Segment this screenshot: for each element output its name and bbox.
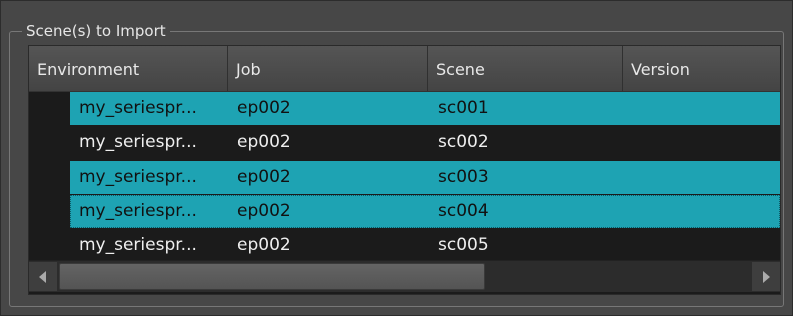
scrollbar-thumb[interactable] <box>59 263 485 290</box>
column-header-environment[interactable]: Environment <box>29 46 228 91</box>
cell-job: ep002 <box>237 98 291 118</box>
row-gutter <box>29 161 70 194</box>
table-row[interactable]: my_seriespr... ep002 sc003 <box>29 161 780 194</box>
cell-job: ep002 <box>237 167 291 187</box>
cell-environment: my_seriespr... <box>79 201 197 221</box>
cell-environment: my_seriespr... <box>79 235 197 255</box>
arrow-right-icon <box>763 271 770 283</box>
cell-environment: my_seriespr... <box>79 98 197 118</box>
table-header: Environment Job Scene Version <box>29 46 780 92</box>
cell-scene: sc001 <box>438 98 489 118</box>
column-header-version[interactable]: Version <box>623 46 780 91</box>
cell-scene: sc002 <box>438 132 489 152</box>
scenes-table[interactable]: Environment Job Scene Version my_seriesp… <box>28 45 781 295</box>
column-header-job[interactable]: Job <box>228 46 428 91</box>
table-row[interactable]: my_seriespr... ep002 sc001 <box>29 92 780 125</box>
cell-scene: sc005 <box>438 235 489 255</box>
arrow-left-icon <box>39 271 46 283</box>
scroll-right-button[interactable] <box>752 262 780 291</box>
cell-job: ep002 <box>237 132 291 152</box>
cell-scene: sc003 <box>438 167 489 187</box>
cell-environment: my_seriespr... <box>79 132 197 152</box>
row-gutter <box>29 229 70 262</box>
cell-job: ep002 <box>237 201 291 221</box>
row-gutter <box>29 92 70 125</box>
column-header-scene[interactable]: Scene <box>428 46 623 91</box>
cell-scene: sc004 <box>438 201 489 221</box>
table-row[interactable]: my_seriespr... ep002 sc004 <box>29 195 780 228</box>
row-gutter <box>29 195 70 228</box>
cell-job: ep002 <box>237 235 291 255</box>
scroll-left-button[interactable] <box>29 262 57 291</box>
table-row[interactable]: my_seriespr... ep002 sc002 <box>29 126 780 159</box>
horizontal-scrollbar[interactable] <box>29 260 780 292</box>
group-title: Scene(s) to Import <box>22 22 170 40</box>
table-row[interactable]: my_seriespr... ep002 sc005 <box>29 229 780 262</box>
cell-environment: my_seriespr... <box>79 167 197 187</box>
row-gutter <box>29 126 70 159</box>
